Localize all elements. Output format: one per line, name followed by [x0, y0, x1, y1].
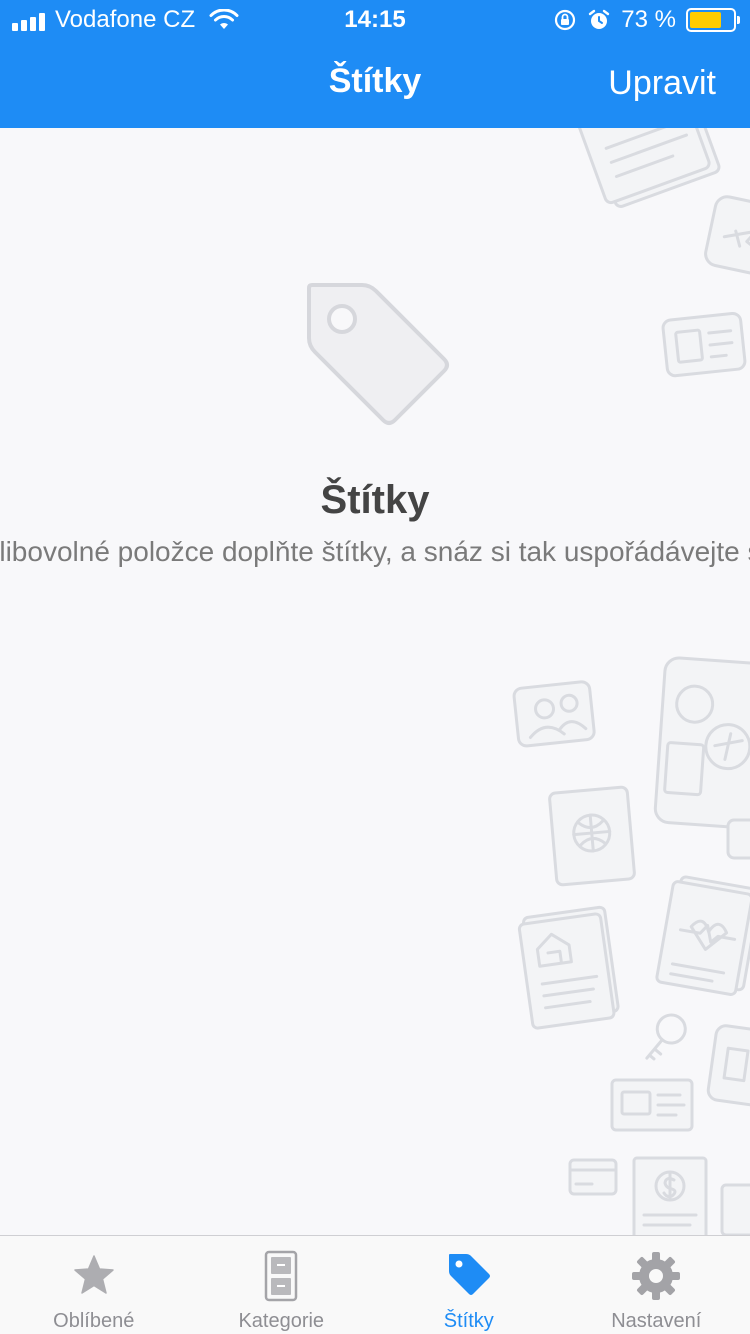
plane-card-illustration	[704, 195, 750, 277]
router-card-illustration	[610, 1078, 694, 1132]
credit-card-illustration	[568, 1158, 618, 1196]
health-document-illustration	[655, 875, 750, 996]
tab-tags[interactable]: Štítky	[375, 1236, 563, 1334]
document-stack-illustration	[575, 128, 721, 208]
empty-state-description: Ke každé libovolné položce doplňte štítk…	[0, 536, 750, 567]
small-card-illustration	[726, 818, 750, 860]
tab-label: Štítky	[443, 1310, 494, 1332]
tab-settings[interactable]: Nastavení	[563, 1236, 750, 1334]
house-document-illustration	[517, 905, 620, 1030]
id-card-illustration	[661, 311, 747, 378]
photo-people-illustration	[512, 680, 596, 748]
tab-label: Nastavení	[611, 1310, 702, 1332]
status-bar: Vodafone CZ 14:15 73 %	[0, 0, 750, 40]
tag-icon	[307, 283, 449, 425]
top-bar: Vodafone CZ 14:15 73 % Štítky Upravit	[0, 0, 750, 128]
rotation-lock-icon	[555, 9, 576, 31]
edit-button[interactable]: Upravit	[608, 64, 716, 103]
battery-fill	[690, 12, 721, 28]
empty-state-description-container: Ke každé libovolné položce doplňte štítk…	[0, 536, 750, 580]
gear-icon	[632, 1252, 681, 1300]
money-document-illustration	[632, 1156, 708, 1235]
battery-icon	[686, 8, 740, 32]
star-icon	[74, 1255, 114, 1294]
building-card-illustration	[706, 1024, 750, 1109]
empty-state-title: Štítky	[320, 478, 430, 522]
cabinet-icon	[265, 1250, 298, 1302]
tab-label: Oblíbené	[53, 1310, 135, 1332]
battery-percent: 73 %	[621, 6, 676, 33]
tab-favorites[interactable]: Oblíbené	[0, 1236, 188, 1334]
tab-bar: Oblíbené Kategorie Štítky Nastavení	[0, 1235, 750, 1334]
passport-illustration	[548, 785, 636, 887]
tag-icon	[448, 1254, 490, 1295]
key-illustration	[645, 1013, 687, 1061]
alarm-icon	[589, 9, 610, 29]
tab-label: Kategorie	[238, 1310, 325, 1332]
travel-tablet-illustration	[653, 656, 750, 831]
tab-categories[interactable]: Kategorie	[188, 1236, 376, 1334]
screen: Vodafone CZ 14:15 73 % Štítky Upravit Št…	[0, 0, 750, 1334]
receipt-illustration	[720, 1183, 750, 1235]
